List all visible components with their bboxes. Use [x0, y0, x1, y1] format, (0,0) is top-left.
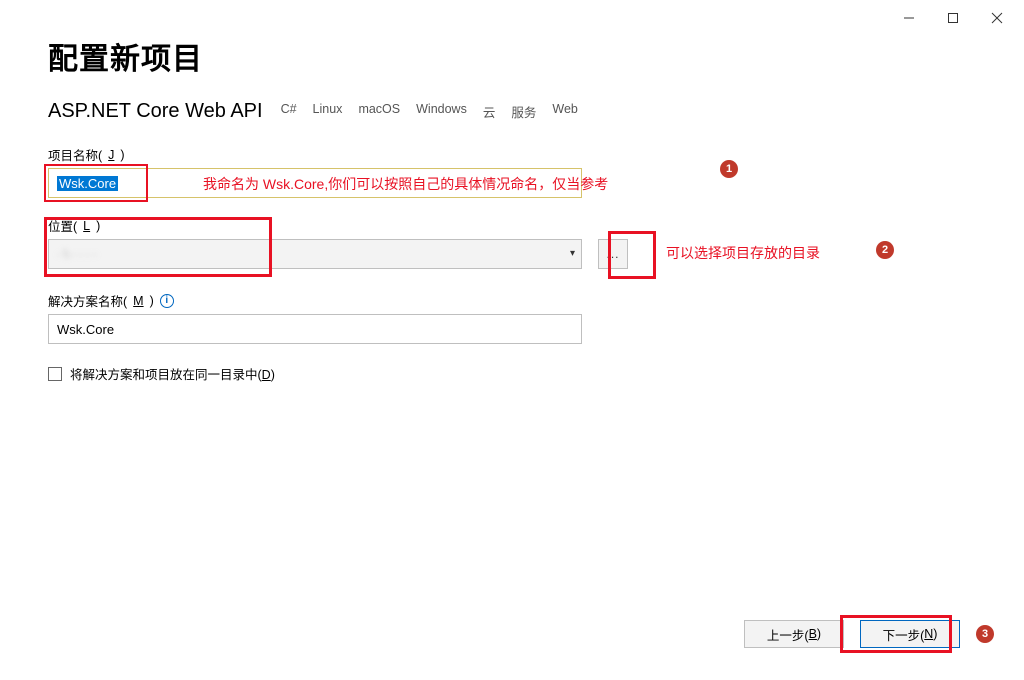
minimize-button[interactable] [896, 8, 922, 28]
annotation-text: 可以选择项目存放的目录 [666, 243, 820, 263]
next-button[interactable]: 下一步(N) [860, 620, 960, 648]
browse-button[interactable]: ... [598, 239, 628, 269]
footer-buttons: 上一步(B) 下一步(N) 3 [744, 620, 994, 648]
chevron-down-icon[interactable]: ▾ [570, 248, 575, 259]
tag: C# [281, 102, 297, 121]
info-icon[interactable]: i [160, 294, 174, 308]
close-button[interactable] [984, 8, 1010, 28]
annotation-badge: 3 [976, 625, 994, 643]
back-button[interactable]: 上一步(B) [744, 620, 844, 648]
annotation-badge: 2 [876, 241, 894, 259]
tag: Windows [416, 102, 467, 121]
tag: 服务 [511, 102, 536, 121]
subtitle-row: ASP.NET Core Web API C# Linux macOS Wind… [48, 100, 994, 123]
page-title: 配置新项目 [48, 34, 994, 78]
annotation-text: 我命名为 Wsk.Core,你们可以按照自己的具体情况命名，仅当参考 [203, 174, 608, 194]
tag: 云 [483, 102, 496, 121]
window-controls [882, 0, 1024, 36]
tag: macOS [358, 102, 400, 121]
project-name-label: 项目名称(J) [48, 145, 994, 164]
project-template-name: ASP.NET Core Web API [48, 100, 263, 123]
solution-name-label: 解决方案名称(M) i [48, 291, 994, 310]
same-directory-label: 将解决方案和项目放在同一目录中(D) [70, 364, 275, 383]
location-label: 位置(L) [48, 216, 994, 235]
annotation-badge: 1 [720, 160, 738, 178]
location-input[interactable]: · \ · · · · ▾ [48, 239, 582, 269]
maximize-button[interactable] [940, 8, 966, 28]
template-tags: C# Linux macOS Windows 云 服务 Web [281, 102, 578, 121]
solution-name-input[interactable]: Wsk.Core [48, 314, 582, 344]
tag: Linux [313, 102, 343, 121]
tag: Web [552, 102, 577, 121]
same-directory-checkbox[interactable] [48, 367, 62, 381]
same-directory-checkbox-row: 将解决方案和项目放在同一目录中(D) [48, 364, 994, 383]
